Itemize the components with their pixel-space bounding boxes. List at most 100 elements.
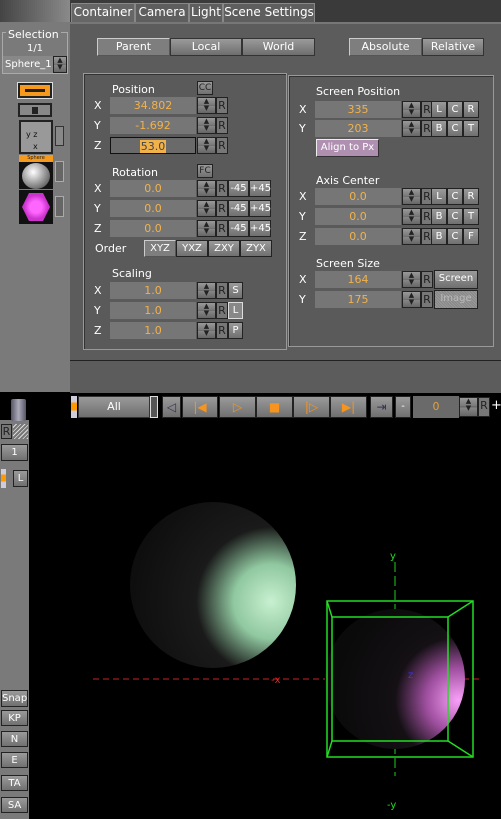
rotate-minus-45-button[interactable]: -45 (228, 180, 249, 197)
scaling-p-button[interactable]: P (228, 322, 243, 339)
rotation-x-input[interactable]: 0.0 (110, 180, 196, 197)
green-sphere[interactable] (130, 502, 296, 668)
position-y-input[interactable]: -1.692 (110, 117, 196, 134)
side-ta-button[interactable]: TA (1, 775, 28, 791)
screen-position-x-input[interactable]: 335 (315, 101, 401, 118)
marker-icon[interactable]: ⇥ (370, 396, 393, 418)
order-zxy-button[interactable]: ZXY (208, 240, 240, 257)
go-start-icon[interactable]: |◀ (182, 396, 218, 418)
axis-center-align-c-button[interactable]: C (447, 188, 463, 205)
screen-position-align-t-button[interactable]: T (463, 120, 479, 137)
image-button[interactable]: Image (434, 290, 478, 309)
sphere-slot[interactable] (55, 161, 64, 182)
stop-icon[interactable]: ■ (256, 396, 293, 418)
position-x-spinner[interactable]: ▲ ▼ (197, 97, 216, 114)
all-button[interactable]: All (78, 396, 150, 418)
screen-size-x-spinner[interactable]: ▲ ▼ (402, 271, 421, 288)
scaling-y-reset-button[interactable]: R (216, 302, 228, 319)
rotation-x-spinner[interactable]: ▲ ▼ (197, 180, 216, 197)
parent-button[interactable]: Parent (97, 38, 170, 56)
frame-spinner[interactable]: ▲ ▼ (459, 397, 478, 417)
hatch-icon[interactable] (13, 424, 28, 439)
trash-icon[interactable] (11, 399, 26, 421)
axis-center-y-spinner[interactable]: ▲ ▼ (402, 208, 421, 225)
tab-camera[interactable]: Camera (135, 3, 189, 22)
tab-container[interactable]: Container (71, 3, 135, 22)
screen-position-align-c-button[interactable]: C (447, 120, 463, 137)
step-forward-icon[interactable]: |▷ (293, 396, 330, 418)
screen-position-y-input[interactable]: 203 (315, 120, 401, 137)
screen-position-align-l-button[interactable]: L (431, 101, 447, 118)
viewport-3d[interactable]: y -y -x z (29, 420, 501, 819)
screen-size-y-input[interactable]: 175 (315, 291, 401, 308)
frame-plus-button[interactable]: + (491, 398, 501, 413)
absolute-button[interactable]: Absolute (349, 38, 422, 56)
position-y-spinner[interactable]: ▲ ▼ (197, 117, 216, 134)
rotation-y-reset-button[interactable]: R (216, 200, 228, 217)
screen-size-x-input[interactable]: 164 (315, 271, 401, 288)
axis-center-align-t-button[interactable]: T (463, 208, 479, 225)
scaling-s-button[interactable]: S (228, 282, 243, 299)
scaling-z-spinner[interactable]: ▲ ▼ (197, 322, 216, 339)
selection-object-field[interactable]: Sphere_1 (3, 56, 53, 73)
rotate-plus-45-button[interactable]: +45 (249, 220, 271, 237)
go-end-icon[interactable]: ▶| (330, 396, 367, 418)
rotate-plus-45-button[interactable]: +45 (249, 200, 271, 217)
material-thumbnail[interactable] (19, 190, 53, 224)
rotation-z-reset-button[interactable]: R (216, 220, 228, 237)
screen-position-align-r-button[interactable]: R (463, 101, 479, 118)
side-n-button[interactable]: N (1, 731, 28, 747)
play-icon[interactable]: ▷ (219, 396, 256, 418)
timeline-slider[interactable] (150, 396, 158, 418)
camera-view-button[interactable] (17, 82, 53, 99)
axis-center-x-input[interactable]: 0.0 (315, 188, 401, 205)
frame-reset-button[interactable]: R (478, 397, 490, 417)
scaling-x-reset-button[interactable]: R (216, 282, 228, 299)
screen-position-y-spinner[interactable]: ▲ ▼ (402, 120, 421, 137)
screen-button[interactable]: Screen (434, 270, 478, 289)
side-reset-button[interactable]: R (1, 424, 12, 439)
side-sa-button[interactable]: SA (1, 797, 28, 813)
screen-size-x-reset-button[interactable]: R (421, 271, 433, 288)
fc-button[interactable]: FC (197, 164, 213, 178)
tab-light[interactable]: Light (189, 3, 223, 22)
center-button[interactable]: CC (197, 81, 213, 95)
axis-center-y-input[interactable]: 0.0 (315, 208, 401, 225)
scaling-x-spinner[interactable]: ▲ ▼ (197, 282, 216, 299)
position-z-reset-button[interactable]: R (216, 137, 228, 154)
axis-center-align-c-button[interactable]: C (447, 228, 463, 245)
rotation-z-spinner[interactable]: ▲ ▼ (197, 220, 216, 237)
axis-center-align-l-button[interactable]: L (431, 188, 447, 205)
scaling-l-button[interactable]: L (228, 302, 243, 319)
rotation-z-input[interactable]: 0.0 (110, 220, 196, 237)
local-button[interactable]: Local (170, 38, 242, 56)
screen-position-x-spinner[interactable]: ▲ ▼ (402, 101, 421, 118)
relative-button[interactable]: Relative (422, 38, 484, 56)
screen-size-y-reset-button[interactable]: R (421, 291, 433, 308)
align-to-px-button[interactable]: Align to Px (316, 139, 379, 157)
order-zyx-button[interactable]: ZYX (240, 240, 272, 257)
material-slot[interactable] (55, 196, 64, 217)
screen-size-y-spinner[interactable]: ▲ ▼ (402, 291, 421, 308)
rotate-minus-45-button[interactable]: -45 (228, 220, 249, 237)
side-snap-button[interactable]: Snap (1, 690, 28, 707)
scaling-z-input[interactable]: 1.0 (110, 322, 196, 339)
scaling-z-reset-button[interactable]: R (216, 322, 228, 339)
position-z-input[interactable]: 53.0 (110, 137, 196, 154)
rotation-y-input[interactable]: 0.0 (110, 200, 196, 217)
axis-center-align-b-button[interactable]: B (431, 208, 447, 225)
world-button[interactable]: World (242, 38, 315, 56)
layer-1-button[interactable]: 1 (1, 444, 28, 461)
order-xyz-button[interactable]: XYZ (144, 240, 176, 257)
rotate-plus-45-button[interactable]: +45 (249, 180, 271, 197)
axis-icon[interactable]: y zx (19, 120, 53, 154)
axis-center-align-r-button[interactable]: R (463, 188, 479, 205)
scaling-y-spinner[interactable]: ▲ ▼ (197, 302, 216, 319)
screen-position-align-b-button[interactable]: B (431, 120, 447, 137)
axis-center-align-f-button[interactable]: F (463, 228, 479, 245)
selection-spinner[interactable]: ▲ ▼ (53, 56, 67, 73)
position-x-reset-button[interactable]: R (216, 97, 228, 114)
side-e-button[interactable]: E (1, 752, 28, 768)
axis-center-z-spinner[interactable]: ▲ ▼ (402, 228, 421, 245)
position-y-reset-button[interactable]: R (216, 117, 228, 134)
